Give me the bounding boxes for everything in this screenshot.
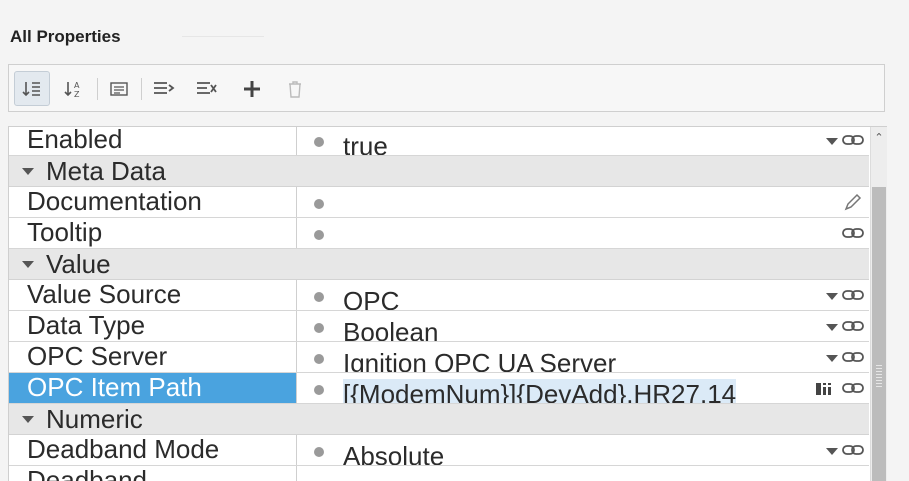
collapse-triangle-icon[interactable] xyxy=(22,261,34,268)
group-header-value[interactable]: Value xyxy=(9,249,869,280)
delete-property-button[interactable] xyxy=(277,71,313,106)
sort-category-icon xyxy=(22,81,40,96)
property-row-data-type[interactable]: Data Type Boolean xyxy=(9,311,869,342)
group-header-meta-data[interactable]: Meta Data xyxy=(9,156,869,187)
link-icon[interactable] xyxy=(842,223,864,243)
collapse-triangle-icon[interactable] xyxy=(22,168,34,175)
dropdown-caret-icon[interactable] xyxy=(826,448,838,455)
property-name: Documentation xyxy=(27,187,202,216)
link-icon[interactable] xyxy=(842,316,864,336)
trash-icon xyxy=(289,80,301,98)
pencil-icon[interactable] xyxy=(842,192,864,212)
sort-category-button[interactable] xyxy=(14,71,50,106)
group-label: Numeric xyxy=(46,404,143,434)
property-row-deadband-mode[interactable]: Deadband Mode Absolute xyxy=(9,435,869,466)
property-name: Deadband xyxy=(27,466,147,481)
link-icon[interactable] xyxy=(842,130,864,150)
property-value[interactable]: OPC xyxy=(343,286,399,310)
dropdown-caret-icon[interactable] xyxy=(826,138,838,145)
show-descriptions-button[interactable] xyxy=(101,71,137,106)
sort-az-icon: AZ xyxy=(64,81,80,99)
expand-all-icon xyxy=(154,81,175,94)
property-name: Enabled xyxy=(27,126,123,154)
property-name: OPC Server xyxy=(27,342,168,371)
property-row-enabled[interactable]: Enabled true xyxy=(9,126,869,156)
binding-dot xyxy=(314,385,324,395)
binding-dot xyxy=(314,323,324,333)
property-value[interactable]: true xyxy=(343,131,388,155)
property-value-cell[interactable]: OPC xyxy=(296,280,869,310)
property-toolbar: AZ xyxy=(8,64,885,112)
toolbar-separator xyxy=(97,78,98,100)
property-row-value-source[interactable]: Value Source OPC xyxy=(9,280,869,311)
group-label: Meta Data xyxy=(46,156,166,186)
property-row-opc-item-path[interactable]: OPC Item Path [{ModemNum}]{DevAdd}.HR27.… xyxy=(9,373,869,404)
property-value-cell[interactable]: Boolean xyxy=(296,311,869,341)
property-value-cell[interactable]: true xyxy=(296,127,869,155)
svg-text:Z: Z xyxy=(74,90,80,99)
property-row-tooltip[interactable]: Tooltip xyxy=(9,218,869,249)
property-value-cell[interactable] xyxy=(296,187,869,217)
binding-dot xyxy=(314,447,324,457)
collapse-all-icon xyxy=(197,81,217,94)
expand-all-button[interactable] xyxy=(146,71,182,106)
property-row-documentation[interactable]: Documentation xyxy=(9,187,869,218)
property-value-cell[interactable]: Ignition OPC UA Server xyxy=(296,342,869,372)
property-name: Data Type xyxy=(27,311,146,340)
scrollbar-thumb[interactable] xyxy=(872,187,886,481)
link-icon[interactable] xyxy=(842,347,864,367)
binding-dot xyxy=(314,292,324,302)
property-value-cell[interactable] xyxy=(296,466,869,481)
group-label: Value xyxy=(46,249,111,279)
collapse-triangle-icon[interactable] xyxy=(22,416,34,423)
panel-title: All Properties xyxy=(10,27,121,46)
sort-alphabetical-button[interactable]: AZ xyxy=(56,71,92,106)
svg-text:A: A xyxy=(74,81,80,90)
group-header-numeric[interactable]: Numeric xyxy=(9,404,869,435)
property-value-cell[interactable]: [{ModemNum}]{DevAdd}.HR27.14 xyxy=(296,373,869,403)
property-row-deadband[interactable]: Deadband xyxy=(9,466,869,481)
binding-dot xyxy=(314,137,324,147)
property-value-cell[interactable] xyxy=(296,218,869,248)
link-icon[interactable] xyxy=(842,440,864,460)
title-divider xyxy=(182,36,264,37)
property-name: Deadband Mode xyxy=(27,435,220,464)
dropdown-caret-icon[interactable] xyxy=(826,355,838,362)
property-value[interactable]: Ignition OPC UA Server xyxy=(343,348,616,372)
collapse-all-button[interactable] xyxy=(189,71,225,106)
link-icon[interactable] xyxy=(842,285,864,305)
property-value[interactable]: Boolean xyxy=(343,317,438,341)
property-row-opc-server[interactable]: OPC Server Ignition OPC UA Server xyxy=(9,342,869,373)
tag-browse-icon[interactable] xyxy=(814,378,836,398)
link-icon[interactable] xyxy=(842,378,864,398)
plus-icon xyxy=(244,80,260,97)
scroll-up-icon[interactable]: ⌃ xyxy=(871,127,887,147)
dropdown-caret-icon[interactable] xyxy=(826,293,838,300)
binding-dot xyxy=(314,199,324,209)
property-name: Value Source xyxy=(27,280,182,309)
dropdown-caret-icon[interactable] xyxy=(826,324,838,331)
scrollbar-grip xyxy=(876,365,882,387)
property-value[interactable]: Absolute xyxy=(343,441,444,465)
property-value-cell[interactable]: Absolute xyxy=(296,435,869,465)
property-name: Tooltip xyxy=(27,218,103,247)
property-grid: Enabled true Meta Data Documentation Too… xyxy=(8,126,887,481)
binding-dot xyxy=(314,230,324,240)
add-property-button[interactable] xyxy=(234,71,270,106)
toolbar-separator xyxy=(141,78,142,100)
opc-item-path-input[interactable]: [{ModemNum}]{DevAdd}.HR27.14 xyxy=(343,379,737,403)
list-detail-icon xyxy=(110,81,128,96)
binding-dot xyxy=(314,354,324,364)
vertical-scrollbar[interactable]: ⌃ xyxy=(870,127,887,481)
property-name: OPC Item Path xyxy=(9,373,296,403)
